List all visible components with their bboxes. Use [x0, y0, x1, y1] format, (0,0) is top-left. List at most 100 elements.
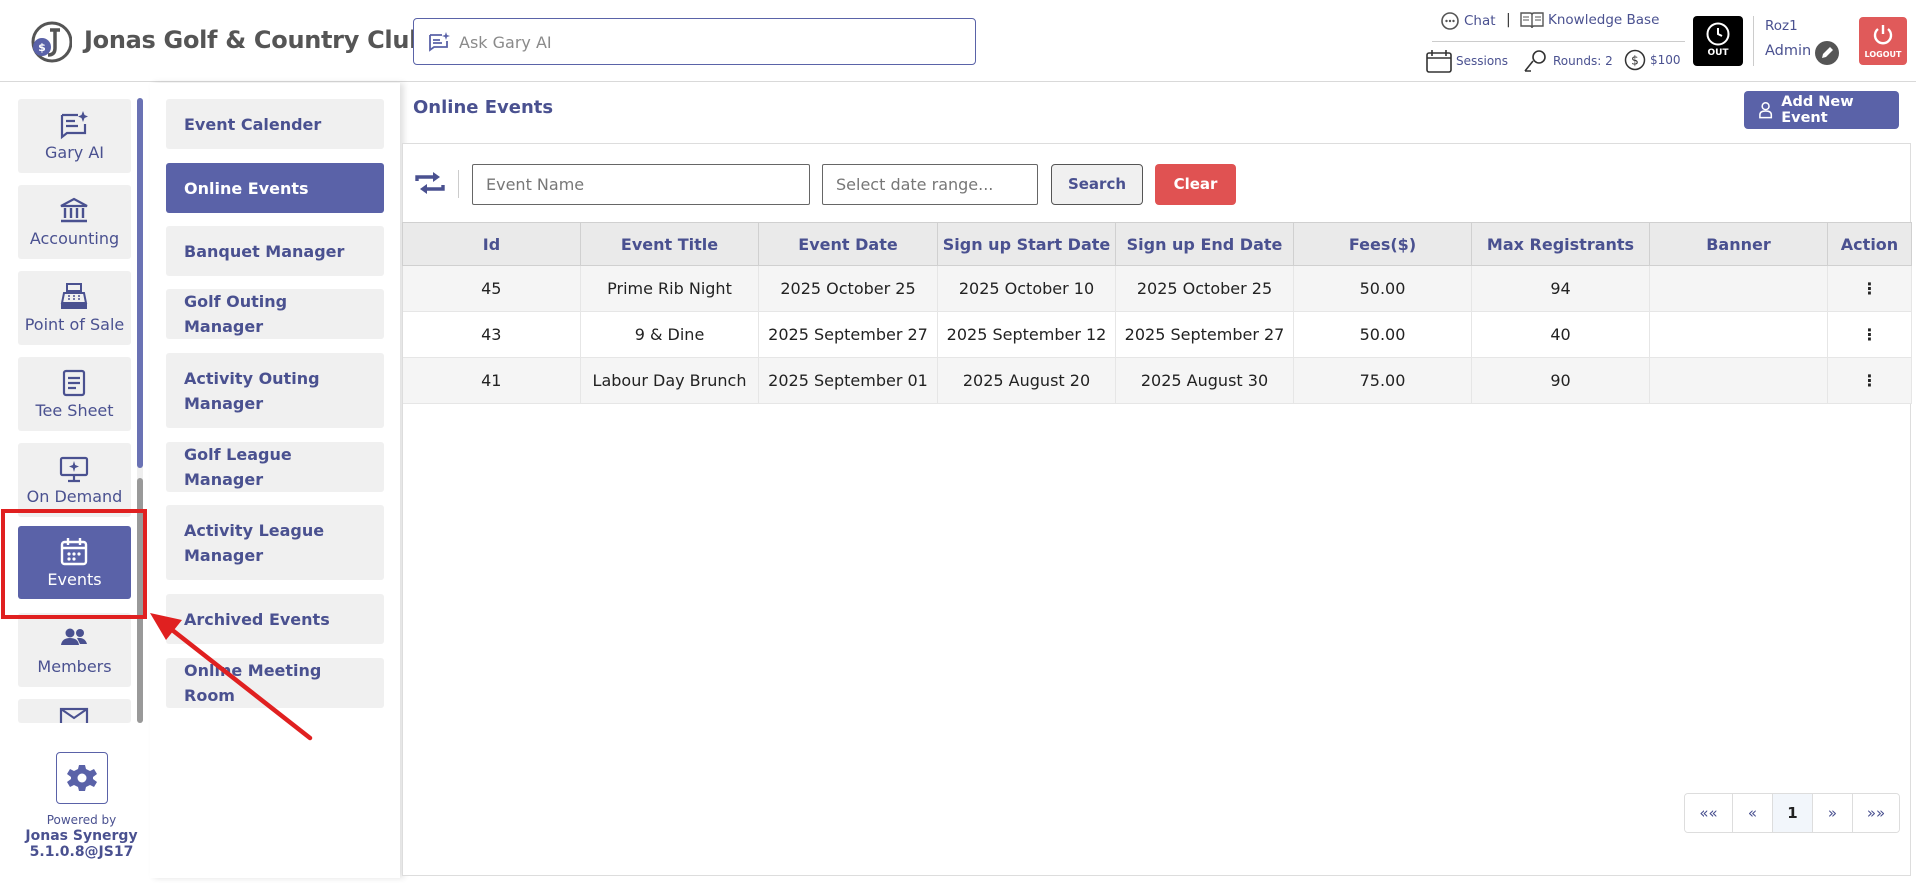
submenu-golf-outing-manager[interactable]: Golf Outing Manager: [166, 289, 384, 339]
column-header-signup-end[interactable]: Sign up End Date: [1115, 222, 1294, 266]
submenu-event-calender[interactable]: Event Calender: [166, 99, 384, 149]
filter-separator: [458, 170, 459, 198]
chat-icon: [1441, 12, 1459, 30]
nav-item-partial[interactable]: [18, 699, 131, 723]
nav-item-members[interactable]: Members: [18, 613, 131, 687]
page-last-button[interactable]: »»: [1853, 794, 1899, 832]
chat-link[interactable]: Chat: [1440, 11, 1496, 31]
cell-event-title: Prime Rib Night: [580, 265, 759, 312]
submenu-label: Activity Outing Manager: [184, 368, 320, 413]
page-next-button[interactable]: »: [1813, 794, 1853, 832]
cell-signup-start: 2025 August 20: [937, 357, 1116, 404]
nav-item-on-demand[interactable]: On Demand: [18, 443, 131, 517]
nav-label: Point of Sale: [24, 315, 125, 334]
nav-item-point-of-sale[interactable]: Point of Sale: [18, 271, 131, 345]
cell-max-registrants: 40: [1471, 311, 1650, 358]
ask-gary-box[interactable]: [413, 18, 976, 65]
column-header-event-date[interactable]: Event Date: [758, 222, 938, 266]
submenu-activity-league-manager[interactable]: Activity League Manager: [166, 505, 384, 580]
column-header-fees[interactable]: Fees($): [1293, 222, 1472, 266]
settings-button[interactable]: [56, 752, 108, 804]
gear-icon: [67, 765, 97, 791]
submenu-label: Golf Outing Manager: [184, 292, 288, 336]
table-row[interactable]: 45 Prime Rib Night 2025 October 25 2025 …: [402, 265, 1912, 312]
nav-scrollbar-thumb[interactable]: [137, 98, 143, 468]
submenu-banquet-manager[interactable]: Banquet Manager: [166, 226, 384, 276]
pencil-icon: [1822, 47, 1833, 58]
nav-item-gary-ai[interactable]: Gary AI: [18, 99, 131, 173]
dollar-icon: $: [1624, 49, 1646, 71]
column-header-banner[interactable]: Banner: [1649, 222, 1828, 266]
nav-item-tee-sheet[interactable]: Tee Sheet: [18, 357, 131, 431]
edit-profile-button[interactable]: [1815, 41, 1839, 65]
cell-id: 45: [402, 265, 581, 312]
version-label: 5.1.0.8@JS17: [29, 844, 134, 860]
submenu-label: Banquet Manager: [184, 241, 345, 261]
rounds-link[interactable]: Rounds: 2: [1523, 49, 1613, 73]
chat-label: Chat: [1464, 13, 1496, 29]
row-actions-menu-icon[interactable]: ⋮: [1827, 265, 1912, 312]
nav-label: Members: [37, 657, 112, 676]
submenu-golf-league-manager[interactable]: Golf League Manager: [166, 442, 384, 492]
knowledge-base-label: Knowledge Base: [1548, 12, 1660, 28]
logout-label: LOGOUT: [1864, 50, 1902, 59]
column-header-max-registrants[interactable]: Max Registrants: [1471, 222, 1650, 266]
page-title: Online Events: [413, 97, 554, 118]
svg-text:$: $: [38, 41, 46, 54]
nav-label: Accounting: [29, 229, 120, 248]
submenu-label: Activity League Manager: [184, 520, 325, 565]
column-header-id[interactable]: Id: [402, 222, 581, 266]
page-prev-button[interactable]: «: [1733, 794, 1773, 832]
ask-gary-input[interactable]: [459, 27, 959, 57]
submenu-activity-outing-manager[interactable]: Activity Outing Manager: [166, 353, 384, 428]
submenu-online-events[interactable]: Online Events: [166, 163, 384, 213]
page-first-button[interactable]: ««: [1685, 794, 1733, 832]
cell-signup-end: 2025 September 27: [1115, 311, 1294, 358]
logout-button[interactable]: LOGOUT: [1859, 17, 1907, 65]
bank-icon: [60, 197, 88, 223]
svg-text:$: $: [1631, 54, 1639, 68]
cell-id: 43: [402, 311, 581, 358]
page-current-button[interactable]: 1: [1773, 794, 1813, 832]
search-button[interactable]: Search: [1051, 164, 1143, 205]
cell-fees: 75.00: [1293, 357, 1472, 404]
cell-event-date: 2025 September 27: [758, 311, 938, 358]
cell-event-date: 2025 October 25: [758, 265, 938, 312]
row-actions-menu-icon[interactable]: ⋮: [1827, 357, 1912, 404]
column-header-event-title[interactable]: Event Title: [580, 222, 759, 266]
cell-fees: 50.00: [1293, 311, 1472, 358]
event-name-input[interactable]: [472, 164, 810, 205]
column-header-signup-start[interactable]: Sign up Start Date: [937, 222, 1116, 266]
gary-ai-icon: [60, 111, 88, 140]
clear-button[interactable]: Clear: [1155, 164, 1236, 205]
cell-signup-start: 2025 October 10: [937, 265, 1116, 312]
user-role: Admin: [1765, 43, 1812, 59]
clock-out-button[interactable]: OUT: [1693, 16, 1743, 66]
sessions-label: Sessions: [1456, 54, 1509, 68]
golf-icon: [1524, 50, 1546, 72]
table-row[interactable]: 41 Labour Day Brunch 2025 September 01 2…: [402, 357, 1912, 404]
refresh-icon[interactable]: [413, 168, 447, 198]
nav-item-accounting[interactable]: Accounting: [18, 185, 131, 259]
events-highlight-box: [1, 509, 147, 619]
knowledge-base-link[interactable]: Knowledge Base: [1520, 11, 1659, 29]
cell-max-registrants: 94: [1471, 265, 1650, 312]
nav-label: Tee Sheet: [35, 401, 114, 420]
mail-icon: [59, 707, 89, 723]
cell-signup-end: 2025 October 25: [1115, 265, 1294, 312]
events-table: Id Event Title Event Date Sign up Start …: [402, 222, 1912, 404]
add-new-event-button[interactable]: Add New Event: [1744, 91, 1899, 129]
header-divider: [1432, 41, 1685, 42]
sessions-link[interactable]: Sessions: [1426, 49, 1508, 73]
cell-signup-end: 2025 August 30: [1115, 357, 1294, 404]
user-add-icon: [1759, 102, 1773, 119]
balance-link[interactable]: $ $100: [1624, 49, 1681, 71]
book-icon: [1520, 12, 1544, 29]
power-icon: [1873, 25, 1893, 45]
table-row[interactable]: 43 9 & Dine 2025 September 27 2025 Septe…: [402, 311, 1912, 358]
club-logo-icon[interactable]: $: [28, 20, 72, 64]
powered-by-label: Powered by: [46, 813, 117, 827]
row-actions-menu-icon[interactable]: ⋮: [1827, 311, 1912, 358]
add-new-event-label: Add New Event: [1781, 94, 1854, 126]
date-range-input[interactable]: [822, 164, 1038, 205]
